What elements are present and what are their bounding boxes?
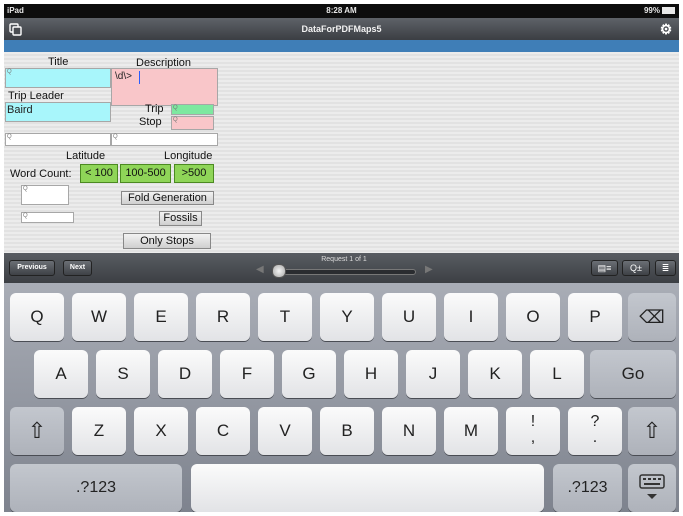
key-y[interactable]: Y	[320, 293, 374, 341]
app-title: DataForPDFMaps5	[301, 24, 382, 34]
key-exclamation-comma[interactable]: !,	[506, 407, 560, 455]
key-v[interactable]: V	[258, 407, 312, 455]
key-u[interactable]: U	[382, 293, 436, 341]
key-i[interactable]: I	[444, 293, 498, 341]
period-label: .	[592, 429, 598, 446]
word-count-under-100-button[interactable]: < 100	[80, 164, 118, 183]
trip-field[interactable]: Q	[171, 104, 214, 115]
text-cursor	[139, 71, 140, 84]
key-h[interactable]: H	[344, 350, 398, 398]
trip-label: Trip	[145, 103, 164, 115]
form-accessory-bar: Previous Next ◀ Request 1 of 1 ▶ ▤≡ Q± ≣	[4, 253, 679, 283]
list-icon[interactable]: ▤≡	[591, 260, 618, 276]
request-counter: Request 1 of 1	[321, 256, 367, 263]
search-icon: Q	[7, 134, 12, 140]
fossils-button[interactable]: Fossils	[159, 211, 202, 226]
search-icon: Q	[23, 213, 28, 219]
keyboard-dismiss-icon	[639, 474, 665, 499]
key-l[interactable]: L	[530, 350, 584, 398]
title-label: Title	[48, 56, 69, 68]
key-question-period[interactable]: ?.	[568, 407, 622, 455]
slider-knob[interactable]	[272, 264, 286, 278]
next-button[interactable]: Next	[63, 260, 92, 276]
search-icon: Q	[7, 69, 12, 75]
search-icon: Q	[173, 105, 178, 111]
trip-leader-value: Baird	[7, 104, 33, 116]
previous-button[interactable]: Previous	[9, 260, 55, 276]
keyboard: Q W E R T Y U I O P ⌫ A S D F G H J K L …	[4, 283, 679, 512]
key-m[interactable]: M	[444, 407, 498, 455]
clock: 8:28 AM	[326, 6, 357, 15]
key-t[interactable]: T	[258, 293, 312, 341]
battery-percent: 99%	[643, 6, 660, 15]
key-b[interactable]: B	[320, 407, 374, 455]
latitude-field[interactable]: Q	[5, 133, 111, 146]
numbers-key-right[interactable]: .?123	[553, 464, 622, 512]
key-x[interactable]: X	[134, 407, 188, 455]
numbers-key-left[interactable]: .?123	[10, 464, 182, 512]
key-s[interactable]: S	[96, 350, 150, 398]
battery-status: 99%	[644, 6, 675, 15]
stop-label: Stop	[139, 116, 162, 128]
backspace-key[interactable]: ⌫	[628, 293, 676, 341]
exclamation-label: !	[530, 413, 536, 430]
key-r[interactable]: R	[196, 293, 250, 341]
gear-icon[interactable]: ⚙	[659, 22, 673, 36]
search-icon: Q	[173, 117, 178, 123]
key-d[interactable]: D	[158, 350, 212, 398]
key-p[interactable]: P	[568, 293, 622, 341]
shift-icon: ⇧	[27, 418, 47, 443]
left-shift-key[interactable]: ⇧	[10, 407, 64, 455]
key-q[interactable]: Q	[10, 293, 64, 341]
key-g[interactable]: G	[282, 350, 336, 398]
key-w[interactable]: W	[72, 293, 126, 341]
question-label: ?	[590, 413, 600, 430]
dismiss-keyboard-key[interactable]	[628, 464, 676, 512]
extra-field[interactable]: Q	[21, 212, 74, 223]
key-c[interactable]: C	[196, 407, 250, 455]
shift-icon: ⇧	[642, 418, 662, 443]
word-count-over-500-button[interactable]: >500	[174, 164, 214, 183]
next-arrow-icon[interactable]: ▶	[425, 264, 433, 275]
comma-label: ,	[530, 429, 536, 446]
search-zoom-icon[interactable]: Q±	[622, 260, 650, 276]
key-n[interactable]: N	[382, 407, 436, 455]
description-value: \d\>	[115, 71, 132, 82]
status-bar: iPad 8:28 AM 99%	[4, 4, 679, 18]
word-count-label: Word Count:	[10, 168, 72, 180]
trip-leader-field[interactable]: Baird	[5, 102, 111, 122]
backspace-icon: ⌫	[639, 307, 665, 327]
space-bar[interactable]	[191, 464, 544, 512]
key-o[interactable]: O	[506, 293, 560, 341]
key-z[interactable]: Z	[72, 407, 126, 455]
ipad-screen: iPad 8:28 AM 99% DataForPDFMaps5 ⚙ Title…	[4, 4, 679, 512]
right-shift-key[interactable]: ⇧	[628, 407, 676, 455]
key-e[interactable]: E	[134, 293, 188, 341]
title-bar: DataForPDFMaps5 ⚙	[4, 18, 679, 40]
request-slider[interactable]	[276, 269, 416, 275]
filter-icon[interactable]: ≣	[655, 260, 676, 276]
word-count-100-500-button[interactable]: 100-500	[120, 164, 171, 183]
trip-leader-label: Trip Leader	[8, 90, 64, 102]
previous-arrow-icon[interactable]: ◀	[256, 264, 264, 275]
title-field[interactable]: Q	[5, 68, 111, 88]
header-band	[4, 40, 679, 52]
word-count-field[interactable]: Q	[21, 185, 69, 205]
only-stops-button[interactable]: Only Stops	[123, 233, 211, 249]
go-key[interactable]: Go	[590, 350, 676, 398]
search-icon: Q	[23, 186, 28, 192]
latitude-label: Latitude	[66, 150, 106, 162]
stop-field[interactable]: Q	[171, 116, 214, 130]
key-f[interactable]: F	[220, 350, 274, 398]
form-area: Title Description Q \d\> Trip Leader Bai…	[4, 52, 679, 253]
key-j[interactable]: J	[406, 350, 460, 398]
fold-generation-button[interactable]: Fold Generation	[121, 191, 214, 205]
search-icon: Q	[113, 134, 118, 140]
description-field[interactable]: \d\>	[111, 68, 218, 106]
longitude-label: Longitude	[164, 150, 213, 162]
key-a[interactable]: A	[34, 350, 88, 398]
key-k[interactable]: K	[468, 350, 522, 398]
longitude-field[interactable]: Q	[111, 133, 218, 146]
battery-icon	[662, 7, 675, 15]
